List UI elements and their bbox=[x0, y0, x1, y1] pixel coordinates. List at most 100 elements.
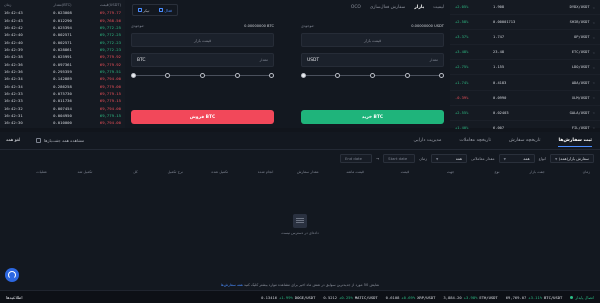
ticker-items: 0.13416 +1.99% DOGE/USDT 0.5212 +0.25% MATIC/… bbox=[261, 295, 594, 300]
trade-price: 69,772.25 bbox=[99, 32, 121, 38]
ticker-change: +0.69% bbox=[401, 294, 416, 300]
cancel-all-button[interactable]: لغو همه bbox=[6, 138, 20, 143]
end-date-input[interactable]: End date bbox=[339, 154, 372, 163]
market-change: +2.05% bbox=[455, 5, 469, 10]
support-chat-icon[interactable] bbox=[5, 268, 19, 282]
sell-price-field[interactable]: قیمت بازار bbox=[131, 33, 274, 47]
ticker-item[interactable]: 0.5212 +0.25% MATIC/USDT bbox=[323, 295, 377, 300]
chevron-down-icon: ▼ bbox=[503, 156, 506, 161]
slider-step-75[interactable] bbox=[405, 72, 410, 78]
mode-maker[interactable]: تیکر bbox=[138, 8, 149, 13]
sell-percent-slider[interactable] bbox=[131, 70, 274, 80]
trade-time: 16:42:42 bbox=[4, 24, 23, 30]
star-icon[interactable]: ☆ bbox=[593, 5, 595, 10]
slider-step-25[interactable] bbox=[335, 72, 340, 78]
star-icon[interactable]: ☆ bbox=[593, 80, 595, 85]
market-price: 23.48 bbox=[493, 50, 505, 55]
ticker-item[interactable]: 3,884.20 +3.98% ETH/USDT bbox=[443, 295, 497, 300]
tab-asset-management[interactable]: مدیریت دارایی bbox=[414, 138, 442, 147]
market-price: 6.007 bbox=[493, 125, 505, 130]
ticker-price: 69,769.07 bbox=[505, 294, 527, 300]
show-all-pairs-toggle[interactable]: مشاهده همه جفت‌بازها bbox=[36, 138, 84, 143]
market-row[interactable]: -0.39% 0.0990 XLM/USDT ☆ bbox=[450, 91, 600, 106]
sell-button[interactable]: فروش BTC bbox=[131, 110, 274, 124]
announcements-link[interactable]: اطلاعیه‌ها bbox=[6, 295, 23, 300]
slider-step-0[interactable] bbox=[131, 72, 136, 78]
slider-step-100[interactable] bbox=[439, 72, 444, 78]
start-date-input[interactable]: Start date bbox=[383, 154, 416, 163]
ticker-item[interactable]: 0.13416 +1.99% DOGE/USDT bbox=[261, 295, 315, 300]
tab-open-orders[interactable]: ثبت سفارش‌ها bbox=[558, 138, 592, 147]
trade-price: 69,772.25 bbox=[99, 24, 121, 30]
market-row[interactable]: +3.48% 23.48 ETC/USDT ☆ bbox=[450, 45, 600, 61]
slider-step-50[interactable] bbox=[370, 72, 375, 78]
ticker-symbol: ETH/USDT bbox=[479, 294, 498, 300]
ticker-item[interactable]: 69,769.07 +3.11% BTC/USDT bbox=[506, 295, 563, 300]
buy-percent-slider[interactable] bbox=[301, 70, 444, 80]
trade-row: 16:42:42 0.025394 69,772.25 bbox=[0, 24, 125, 31]
market-row[interactable]: +2.58% 0.00001713 SHIB/USDT ☆ bbox=[450, 15, 600, 31]
star-icon[interactable]: ☆ bbox=[593, 110, 595, 115]
market-row[interactable]: +1.74% 0.4183 ADA/USDT ☆ bbox=[450, 75, 600, 91]
ticker-price: 0.13416 bbox=[261, 294, 278, 300]
ticker-symbol: BTC/USDT bbox=[544, 294, 563, 300]
market-change: -0.39% bbox=[455, 95, 469, 100]
type-filter-select[interactable]: ▼ همه bbox=[498, 154, 535, 163]
market-change: +1.74% bbox=[455, 80, 469, 85]
tab-oco[interactable]: OCO bbox=[351, 5, 361, 10]
slider-step-50[interactable] bbox=[200, 72, 205, 78]
market-symbol: XLM/USDT bbox=[571, 95, 590, 100]
market-symbol: GALA/USDT bbox=[569, 110, 590, 115]
star-icon[interactable]: ☆ bbox=[593, 35, 595, 40]
ticker-item[interactable]: 0.6108 +0.69% XRP/USDT bbox=[386, 295, 436, 300]
buy-button[interactable]: خرید BTC bbox=[301, 110, 444, 124]
tab-stop[interactable]: سفارش فعال‌سازی bbox=[370, 5, 405, 10]
slider-step-75[interactable] bbox=[235, 72, 240, 78]
column-header: زمان bbox=[582, 170, 590, 174]
pair-filter-select[interactable]: ▼ سفارش بازار(همه) bbox=[550, 154, 594, 163]
trade-row: 16:42:40 0.002571 69,772.23 bbox=[0, 38, 125, 45]
column-header: قیمت ماشه bbox=[346, 170, 364, 174]
star-icon[interactable]: ☆ bbox=[593, 125, 595, 130]
buy-amount-field[interactable]: USDT مقدار bbox=[301, 53, 444, 67]
tab-market[interactable]: بازار bbox=[414, 5, 424, 10]
market-row[interactable]: +2.05% 1.908 DYDX/USDT ☆ bbox=[450, 0, 600, 16]
star-icon[interactable]: ☆ bbox=[593, 20, 595, 25]
trade-time: 16:42:40 bbox=[4, 39, 23, 45]
market-change: +3.37% bbox=[455, 35, 469, 40]
market-row[interactable]: +3.37% 1.747 OP/USDT ☆ bbox=[450, 30, 600, 46]
trade-time: 16:42:36 bbox=[4, 61, 23, 67]
slider-step-25[interactable] bbox=[165, 72, 170, 78]
col-time: زمان bbox=[4, 2, 12, 7]
slider-step-0[interactable] bbox=[301, 72, 306, 78]
trade-row: 16:42:38 0.025991 69,779.92 bbox=[0, 53, 125, 60]
trade-price: 69,772.23 bbox=[99, 46, 121, 52]
mode-taker[interactable]: فعال bbox=[159, 8, 172, 13]
all-orders-link[interactable]: همه سفارش‌ها bbox=[221, 283, 243, 287]
checkbox-icon[interactable] bbox=[36, 138, 41, 143]
slider-step-100[interactable] bbox=[269, 72, 274, 78]
star-icon[interactable]: ☆ bbox=[593, 50, 595, 55]
tab-trade-history[interactable]: تاریخچه معاملات bbox=[459, 138, 491, 147]
star-icon[interactable]: ☆ bbox=[593, 65, 595, 70]
star-icon[interactable]: ☆ bbox=[593, 95, 595, 100]
side-filter-select[interactable]: ▼ همه bbox=[431, 154, 467, 163]
sell-amount-field[interactable]: BTC مقدار bbox=[131, 53, 274, 67]
sell-balance: موجودی: 0.00000000 BTC bbox=[131, 22, 274, 30]
trade-time: 16:42:33 bbox=[4, 98, 23, 104]
date-separator: → bbox=[375, 156, 380, 161]
order-mode-toggle[interactable]: تیکر فعال bbox=[132, 4, 178, 16]
tab-order-history[interactable]: تاریخچه سفارش bbox=[509, 138, 540, 147]
connection-status: اتصال پایدار bbox=[570, 295, 594, 300]
buy-price-field[interactable]: قیمت بازار bbox=[301, 33, 444, 47]
trade-amount: 0.004950 bbox=[53, 112, 72, 118]
market-row[interactable]: +2.75% 1.155 LDO/USDT ☆ bbox=[450, 60, 600, 76]
column-header: کل bbox=[133, 170, 138, 174]
market-change: +2.55% bbox=[455, 110, 469, 115]
trade-time: 16:42:30 bbox=[4, 120, 23, 126]
market-price: 0.00001713 bbox=[493, 20, 516, 25]
market-row[interactable]: +2.55% 0.02403 GALA/USDT ☆ bbox=[450, 106, 600, 121]
trade-time: 16:42:36 bbox=[4, 68, 23, 74]
tab-limit[interactable]: لیمیت bbox=[433, 5, 444, 10]
market-price: 0.02403 bbox=[493, 110, 509, 115]
